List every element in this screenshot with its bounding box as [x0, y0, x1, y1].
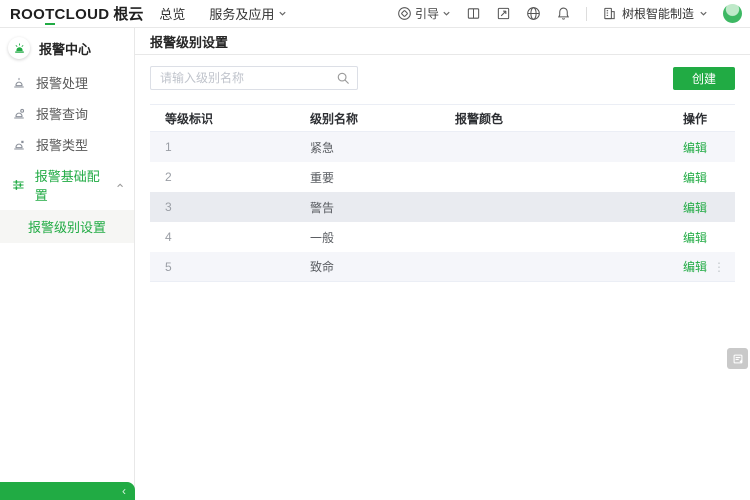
feedback-float-button[interactable]: [727, 348, 748, 369]
table-body: 1 紧急 编辑 2 重要 编辑 3 警告 编辑: [150, 132, 735, 282]
split-view-icon[interactable]: [466, 6, 481, 21]
sidebar-item-alarm-query[interactable]: 报警查询: [0, 98, 134, 129]
avatar[interactable]: [723, 4, 742, 23]
logo-cn: 根云: [113, 3, 143, 24]
sidebar-item-label: 报警处理: [36, 73, 88, 92]
edit-button[interactable]: 编辑: [683, 231, 707, 245]
table-row[interactable]: 1 紧急 编辑: [150, 132, 735, 162]
tenant-menu[interactable]: 树根智能制造: [602, 5, 708, 22]
alarm-siren-icon: [8, 37, 30, 59]
sidebar-item-label: 报警查询: [36, 104, 88, 123]
table-row[interactable]: 5 致命 编辑 ⋮: [150, 252, 735, 282]
guide-menu[interactable]: 引导: [397, 5, 451, 22]
alarm-search-icon: [12, 107, 26, 121]
level-name: 警告: [295, 199, 440, 216]
tenant-label: 树根智能制造: [622, 5, 694, 22]
guide-label: 引导: [415, 5, 439, 22]
level-id: 5: [150, 260, 295, 274]
table-row[interactable]: 2 重要 编辑: [150, 162, 735, 192]
logo-text: ROOTCLOUD: [10, 6, 109, 23]
level-name: 致命: [295, 258, 440, 275]
page-title: 报警级别设置: [150, 32, 228, 51]
toolbar: 创建: [135, 55, 750, 90]
sidebar-header-alarm-center[interactable]: 报警中心: [0, 28, 134, 67]
header-level-name: 级别名称: [295, 110, 440, 127]
level-id: 3: [150, 200, 295, 214]
header-actions: 操作: [639, 110, 735, 127]
sidebar-item-alarm-handling[interactable]: 报警处理: [0, 67, 134, 98]
main-content: 报警级别设置 创建 等级标识 级别名称 报警颜色 操作 1 紧急 编辑: [135, 28, 750, 500]
nav-services-label: 服务及应用: [209, 4, 274, 23]
level-id: 2: [150, 170, 295, 184]
alarm-icon: [12, 76, 26, 90]
table-row[interactable]: 3 警告 编辑: [150, 192, 735, 222]
sidebar-collapse-button[interactable]: ‹: [0, 482, 135, 500]
top-nav: 总览 服务及应用: [159, 4, 287, 23]
chevron-down-icon: [699, 9, 708, 18]
sidebar: 报警中心 报警处理 报警查询 报警类型 报警基础配置 报警级别设置 ‹: [0, 28, 135, 500]
edit-button[interactable]: 编辑: [683, 260, 707, 274]
sidebar-header-label: 报警中心: [39, 39, 91, 58]
nav-overview[interactable]: 总览: [159, 4, 185, 23]
topbar-right: 引导 树根智能制造: [397, 4, 742, 23]
edit-button[interactable]: 编辑: [683, 201, 707, 215]
sidebar-item-alarm-type[interactable]: 报警类型: [0, 129, 134, 160]
nav-services[interactable]: 服务及应用: [209, 4, 287, 23]
guide-icon: [397, 6, 412, 21]
sidebar-item-label: 报警基础配置: [35, 166, 106, 204]
sidebar-item-label: 报警类型: [36, 135, 88, 154]
sliders-icon: [12, 178, 25, 192]
alarm-type-icon: [12, 138, 26, 152]
sidebar-item-alarm-base-config[interactable]: 报警基础配置: [0, 160, 134, 210]
sidebar-subitem-alarm-level-settings[interactable]: 报警级别设置: [0, 210, 134, 243]
topbar: ROOTCLOUD 根云 总览 服务及应用 引导 树根智能制造: [0, 0, 750, 28]
level-name: 紧急: [295, 139, 440, 156]
table-header-row: 等级标识 级别名称 报警颜色 操作: [150, 105, 735, 132]
level-name: 重要: [295, 169, 440, 186]
globe-icon[interactable]: [526, 6, 541, 21]
chevron-down-icon: [442, 9, 451, 18]
collapse-chevron-icon: ‹: [122, 485, 126, 497]
app-window-icon[interactable]: [496, 6, 511, 21]
logo[interactable]: ROOTCLOUD 根云: [10, 3, 143, 24]
header-alarm-color: 报警颜色: [440, 110, 639, 127]
edit-button[interactable]: 编辑: [683, 171, 707, 185]
chevron-up-icon: [116, 181, 124, 190]
topbar-divider: [586, 7, 587, 21]
table-row[interactable]: 4 一般 编辑: [150, 222, 735, 252]
feedback-document-icon: [732, 353, 744, 365]
search-box: [150, 66, 358, 90]
alarm-level-table: 等级标识 级别名称 报警颜色 操作 1 紧急 编辑 2 重要 编辑: [150, 104, 735, 282]
level-id: 4: [150, 230, 295, 244]
edit-button[interactable]: 编辑: [683, 141, 707, 155]
page-titlebar: 报警级别设置: [135, 28, 750, 55]
search-icon[interactable]: [336, 71, 350, 85]
organization-icon: [602, 6, 617, 21]
chevron-down-icon: [278, 9, 287, 18]
bell-icon[interactable]: [556, 6, 571, 21]
level-name: 一般: [295, 229, 440, 246]
create-button[interactable]: 创建: [673, 67, 735, 90]
level-id: 1: [150, 140, 295, 154]
more-options-icon[interactable]: ⋮: [713, 260, 725, 274]
header-level-id: 等级标识: [150, 110, 295, 127]
search-input[interactable]: [150, 66, 358, 90]
